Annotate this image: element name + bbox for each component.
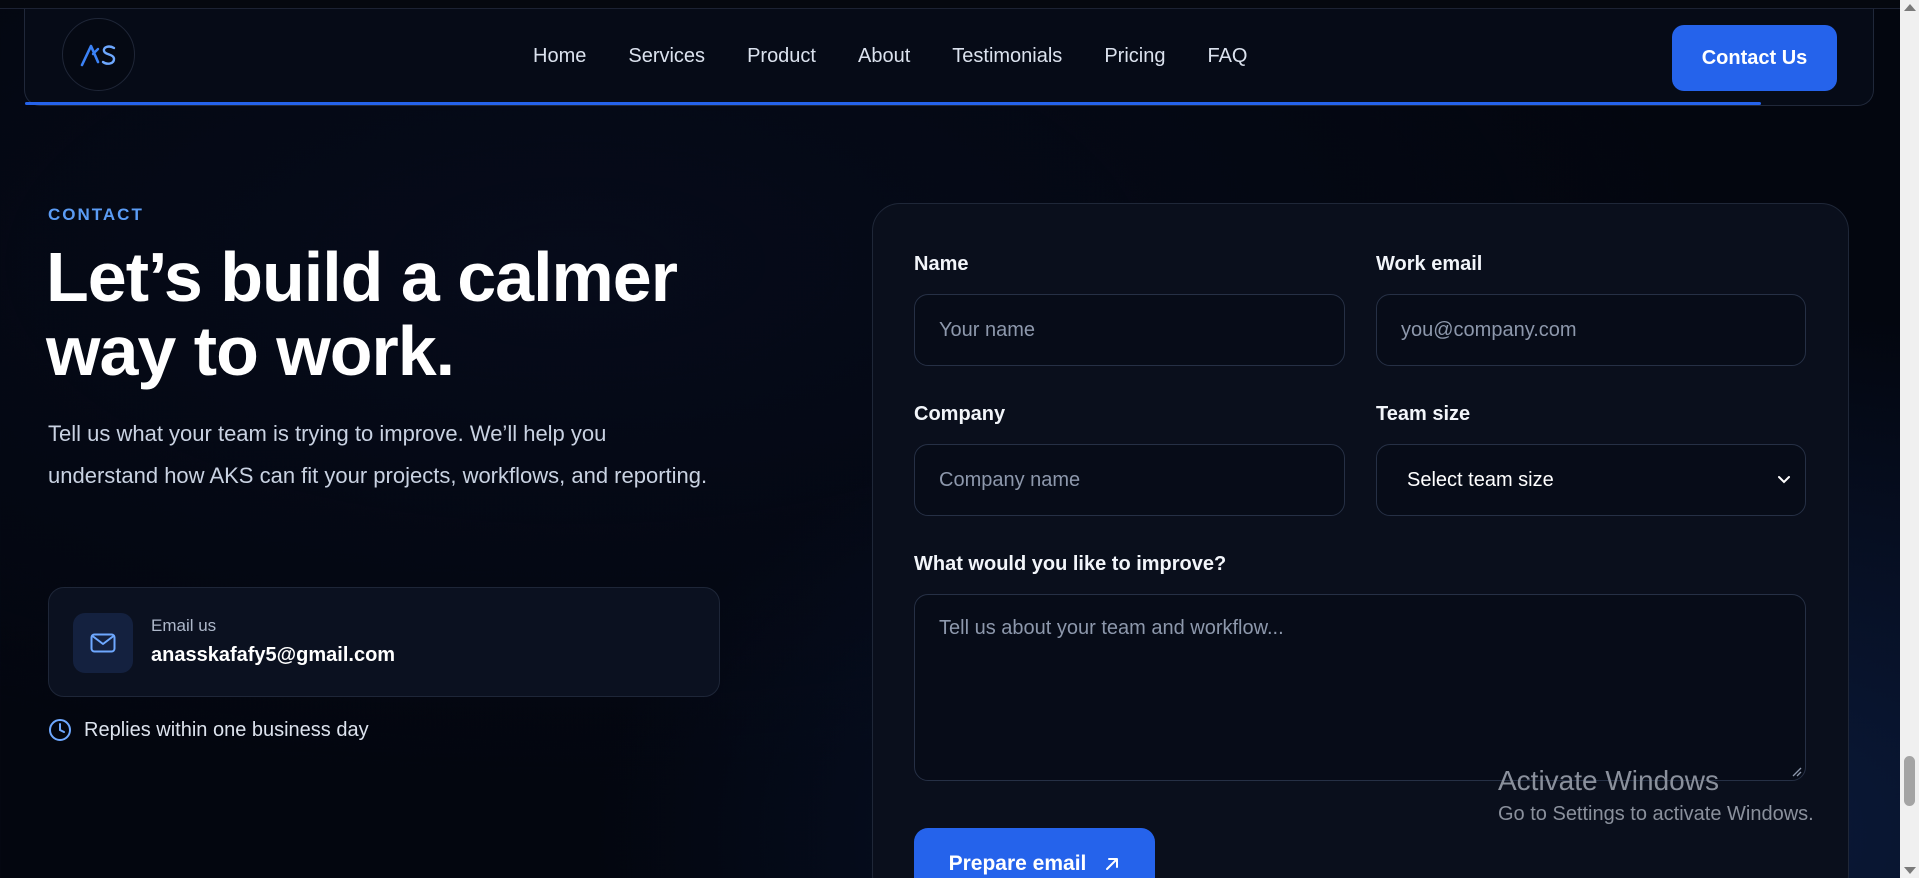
email-link[interactable]: anasskafafy5@gmail.com <box>151 644 395 667</box>
nav-about[interactable]: About <box>858 45 910 68</box>
reply-note: Replies within one business day <box>48 718 369 742</box>
main-nav: Home Services Product About Testimonials… <box>533 45 1289 68</box>
scroll-progress-bar <box>25 102 1761 105</box>
windows-activation-watermark: Activate Windows Go to Settings to activ… <box>1498 764 1814 830</box>
intro-text: Tell us what your team is trying to impr… <box>48 421 708 488</box>
email-label: Email us <box>151 616 217 635</box>
scroll-up-arrow-icon[interactable] <box>1904 4 1916 11</box>
team-size-value: Select team size <box>1407 468 1554 491</box>
page-title: Let’s build a calmer way to work. <box>46 240 686 388</box>
scroll-down-arrow-icon[interactable] <box>1904 867 1916 874</box>
nav-product[interactable]: Product <box>747 45 816 68</box>
improve-label: What would you like to improve? <box>914 553 1227 575</box>
clock-icon <box>49 719 71 741</box>
nav-faq[interactable]: FAQ <box>1207 45 1247 68</box>
watermark-subtitle: Go to Settings to activate Windows. <box>1498 803 1814 825</box>
aks-logo-icon <box>80 44 115 66</box>
arrow-up-right-icon <box>1106 858 1119 870</box>
improve-textarea[interactable]: Tell us about your team and workflow... <box>914 594 1806 781</box>
email-card: Email us anasskafafy5@gmail.com <box>48 587 720 697</box>
work-email-label: Work email <box>1376 253 1483 275</box>
company-label: Company <box>914 403 1006 425</box>
team-size-select[interactable]: Select team size <box>1376 444 1806 516</box>
nav-services[interactable]: Services <box>628 45 705 68</box>
nav-home[interactable]: Home <box>533 45 586 68</box>
navbar: Home Services Product About Testimonials… <box>24 9 1874 106</box>
title-line-1: Let’s build a calmer <box>46 238 678 316</box>
name-input[interactable]: Your name <box>914 294 1345 366</box>
name-label: Name <box>914 253 969 275</box>
scrollbar-thumb[interactable] <box>1904 756 1915 806</box>
watermark-title: Activate Windows <box>1498 765 1719 796</box>
prepare-email-label: Prepare email <box>948 852 1087 875</box>
chevron-down-icon <box>1778 476 1790 484</box>
nav-pricing[interactable]: Pricing <box>1104 45 1165 68</box>
company-input[interactable]: Company name <box>914 444 1345 516</box>
title-line-2: way to work. <box>46 312 455 390</box>
nav-testimonials[interactable]: Testimonials <box>952 45 1062 68</box>
team-size-label: Team size <box>1376 403 1471 425</box>
logo[interactable] <box>62 18 135 91</box>
section-eyebrow: CONTACT <box>48 205 144 224</box>
prepare-email-button[interactable]: Prepare email <box>914 828 1155 878</box>
scrollbar[interactable] <box>1900 0 1919 878</box>
contact-us-button[interactable]: Contact Us <box>1672 25 1837 91</box>
work-email-input[interactable]: you@company.com <box>1376 294 1806 366</box>
browser-top-edge <box>0 0 1900 9</box>
reply-note-text: Replies within one business day <box>84 718 369 741</box>
improve-placeholder: Tell us about your team and workflow... <box>939 617 1284 639</box>
mail-icon <box>73 613 133 673</box>
